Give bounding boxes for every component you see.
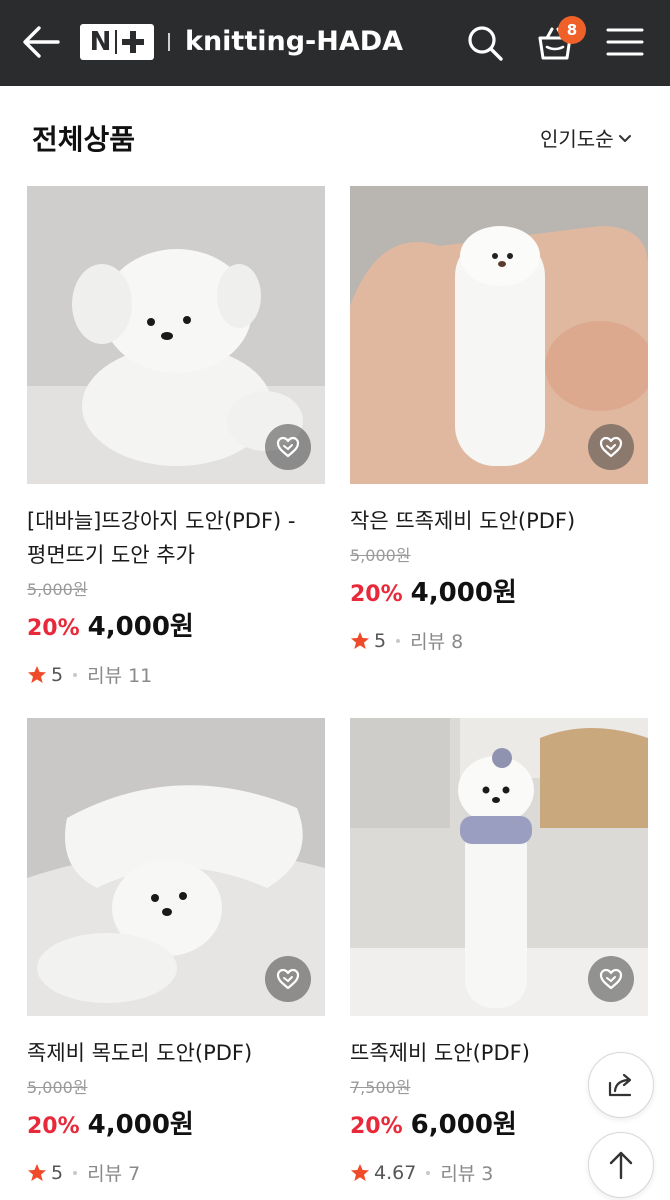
arrow-up-icon xyxy=(609,1151,633,1180)
logo-letter: N xyxy=(89,27,112,57)
store-name[interactable]: knitting-HADA xyxy=(185,24,403,60)
star-icon xyxy=(351,1163,369,1181)
naver-plus-logo[interactable]: N xyxy=(80,24,154,60)
price-row: 20% 4,000원 xyxy=(27,606,325,643)
review-count: 리뷰 11 xyxy=(87,665,153,687)
review-count: 리뷰 3 xyxy=(440,1163,494,1185)
price-row: 20% 4,000원 xyxy=(350,572,648,609)
original-price: 5,000원 xyxy=(27,580,88,599)
separator-dot xyxy=(426,1170,431,1175)
sale-price: 4,000원 xyxy=(410,578,517,608)
star-icon xyxy=(351,631,369,649)
page-title: 전체상품 xyxy=(32,123,136,156)
like-button[interactable] xyxy=(588,424,634,470)
separator-dot xyxy=(73,672,78,677)
like-button[interactable] xyxy=(588,956,634,1002)
cart-count-badge: 8 xyxy=(558,16,586,44)
original-price: 5,000원 xyxy=(350,546,411,565)
sale-price: 6,000원 xyxy=(410,1110,517,1140)
hamburger-menu-icon[interactable] xyxy=(606,26,644,58)
logo-divider xyxy=(115,30,118,54)
rating-value: 5 xyxy=(51,1161,64,1184)
product-name[interactable]: 족제비 목도리 도안(PDF) xyxy=(27,1036,325,1070)
separator-dot xyxy=(73,1170,78,1175)
plus-icon xyxy=(122,31,145,53)
heart-icon xyxy=(599,436,623,458)
product-card[interactable]: 뜨족제비 도안(PDF) 7,500원 20% 6,000원 4.67 리뷰 3 xyxy=(350,718,648,1186)
header-divider xyxy=(168,33,170,51)
original-price: 5,000원 xyxy=(27,1078,88,1097)
product-name[interactable]: 작은 뜨족제비 도안(PDF) xyxy=(350,504,648,538)
sort-dropdown[interactable]: 인기도순 xyxy=(540,124,632,154)
like-button[interactable] xyxy=(265,424,311,470)
review-summary: 5 리뷰 7 xyxy=(27,1159,325,1186)
heart-icon xyxy=(599,968,623,990)
share-icon xyxy=(608,1073,632,1097)
sort-label: 인기도순 xyxy=(540,127,614,151)
chevron-down-icon xyxy=(618,135,631,142)
discount-rate: 20% xyxy=(27,1114,80,1139)
star-icon xyxy=(28,665,46,683)
product-card[interactable]: [대바늘]뜨강아지 도안(PDF) - 평면뜨기 도안 추가 5,000원 20… xyxy=(27,186,325,688)
app-header: N knitting-HADA 8 xyxy=(0,0,670,86)
product-image[interactable] xyxy=(27,718,325,1016)
product-image[interactable] xyxy=(350,718,648,1016)
scroll-top-button[interactable] xyxy=(588,1132,654,1198)
star-icon xyxy=(28,1163,46,1181)
product-card[interactable]: 작은 뜨족제비 도안(PDF) 5,000원 20% 4,000원 5 리뷰 8 xyxy=(350,186,648,654)
rating-value: 5 xyxy=(374,629,387,652)
discount-rate: 20% xyxy=(27,616,80,641)
sale-price: 4,000원 xyxy=(87,1110,194,1140)
product-card[interactable]: 족제비 목도리 도안(PDF) 5,000원 20% 4,000원 5 리뷰 7 xyxy=(27,718,325,1186)
share-button[interactable] xyxy=(588,1052,654,1118)
back-arrow-icon[interactable] xyxy=(22,25,60,59)
sale-price: 4,000원 xyxy=(87,612,194,642)
product-image[interactable] xyxy=(350,186,648,484)
rating-value: 4.67 xyxy=(374,1161,417,1184)
review-summary: 5 리뷰 8 xyxy=(350,627,648,654)
heart-icon xyxy=(276,968,300,990)
discount-rate: 20% xyxy=(350,582,403,607)
separator-dot xyxy=(396,638,401,643)
discount-rate: 20% xyxy=(350,1114,403,1139)
price-row: 20% 4,000원 xyxy=(27,1104,325,1141)
review-summary: 5 리뷰 11 xyxy=(27,661,325,688)
search-icon[interactable] xyxy=(466,24,504,62)
like-button[interactable] xyxy=(265,956,311,1002)
review-count: 리뷰 8 xyxy=(410,631,464,653)
rating-value: 5 xyxy=(51,663,64,686)
heart-icon xyxy=(276,436,300,458)
product-name[interactable]: [대바늘]뜨강아지 도안(PDF) - 평면뜨기 도안 추가 xyxy=(27,504,325,572)
product-image[interactable] xyxy=(27,186,325,484)
review-count: 리뷰 7 xyxy=(87,1163,141,1185)
